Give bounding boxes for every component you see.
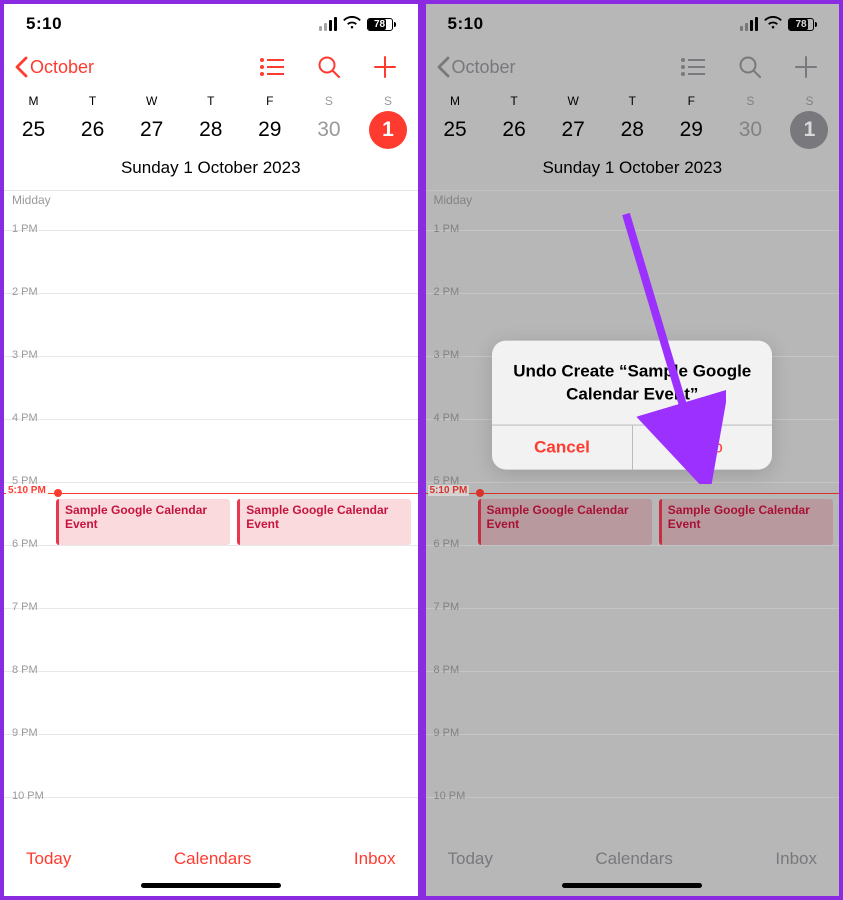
- date-cell-selected[interactable]: 1: [369, 111, 407, 149]
- status-bar: 5:10 78: [4, 4, 418, 44]
- date-cell[interactable]: 28: [181, 118, 240, 142]
- undo-alert: Undo Create “Sample Google Calendar Even…: [492, 341, 772, 470]
- signal-icon: [319, 17, 337, 31]
- calendar-day-screen: 5:10 78 October MTWTFSS 25 26 27: [4, 4, 418, 896]
- search-icon: [739, 56, 761, 78]
- weekday-row: MTWTFSS: [4, 90, 418, 108]
- home-indicator[interactable]: [141, 883, 281, 888]
- wifi-icon: [764, 14, 782, 34]
- date-title: Sunday 1 October 2023: [4, 152, 418, 191]
- calendars-button[interactable]: Calendars: [174, 849, 252, 869]
- nav-bar: October: [4, 44, 418, 90]
- alert-title: Undo Create “Sample Google Calendar Even…: [492, 341, 772, 425]
- date-cell[interactable]: 25: [4, 118, 63, 142]
- cancel-button[interactable]: Cancel: [492, 426, 633, 470]
- inbox-button[interactable]: Inbox: [354, 849, 396, 869]
- home-indicator: [562, 883, 702, 888]
- search-icon[interactable]: [318, 56, 340, 78]
- calendar-event[interactable]: Sample Google Calendar Event: [237, 499, 411, 545]
- add-icon[interactable]: [374, 56, 396, 78]
- hour-grid[interactable]: Midday 1 PM 2 PM 3 PM 4 PM 5 PM 6 PM 7 P…: [4, 191, 418, 834]
- clock-time: 5:10: [26, 14, 62, 34]
- today-button[interactable]: Today: [26, 849, 71, 869]
- battery-icon: 78: [788, 18, 817, 31]
- chevron-left-icon: [436, 56, 450, 78]
- signal-icon: [740, 17, 758, 31]
- list-icon: [681, 58, 705, 76]
- battery-icon: 78: [367, 18, 396, 31]
- wifi-icon: [343, 14, 361, 34]
- calendar-day-screen-dimmed: 5:10 78 October MTWTFSS 2526272829301: [426, 4, 840, 896]
- now-indicator: 5:10 PM: [4, 493, 418, 494]
- toolbar: Today Calendars Inbox: [4, 834, 418, 879]
- date-row: 25 26 27 28 29 30 1: [4, 108, 418, 152]
- date-cell[interactable]: 27: [122, 118, 181, 142]
- list-icon[interactable]: [260, 58, 284, 76]
- chevron-left-icon: [14, 56, 28, 78]
- add-icon: [795, 56, 817, 78]
- calendar-event[interactable]: Sample Google Calendar Event: [56, 499, 230, 545]
- date-cell[interactable]: 29: [240, 118, 299, 142]
- undo-button[interactable]: Undo: [633, 426, 773, 470]
- back-button[interactable]: October: [14, 56, 94, 78]
- back-label: October: [30, 57, 94, 78]
- date-cell[interactable]: 26: [63, 118, 122, 142]
- date-cell[interactable]: 30: [299, 118, 358, 142]
- back-button: October: [436, 56, 516, 78]
